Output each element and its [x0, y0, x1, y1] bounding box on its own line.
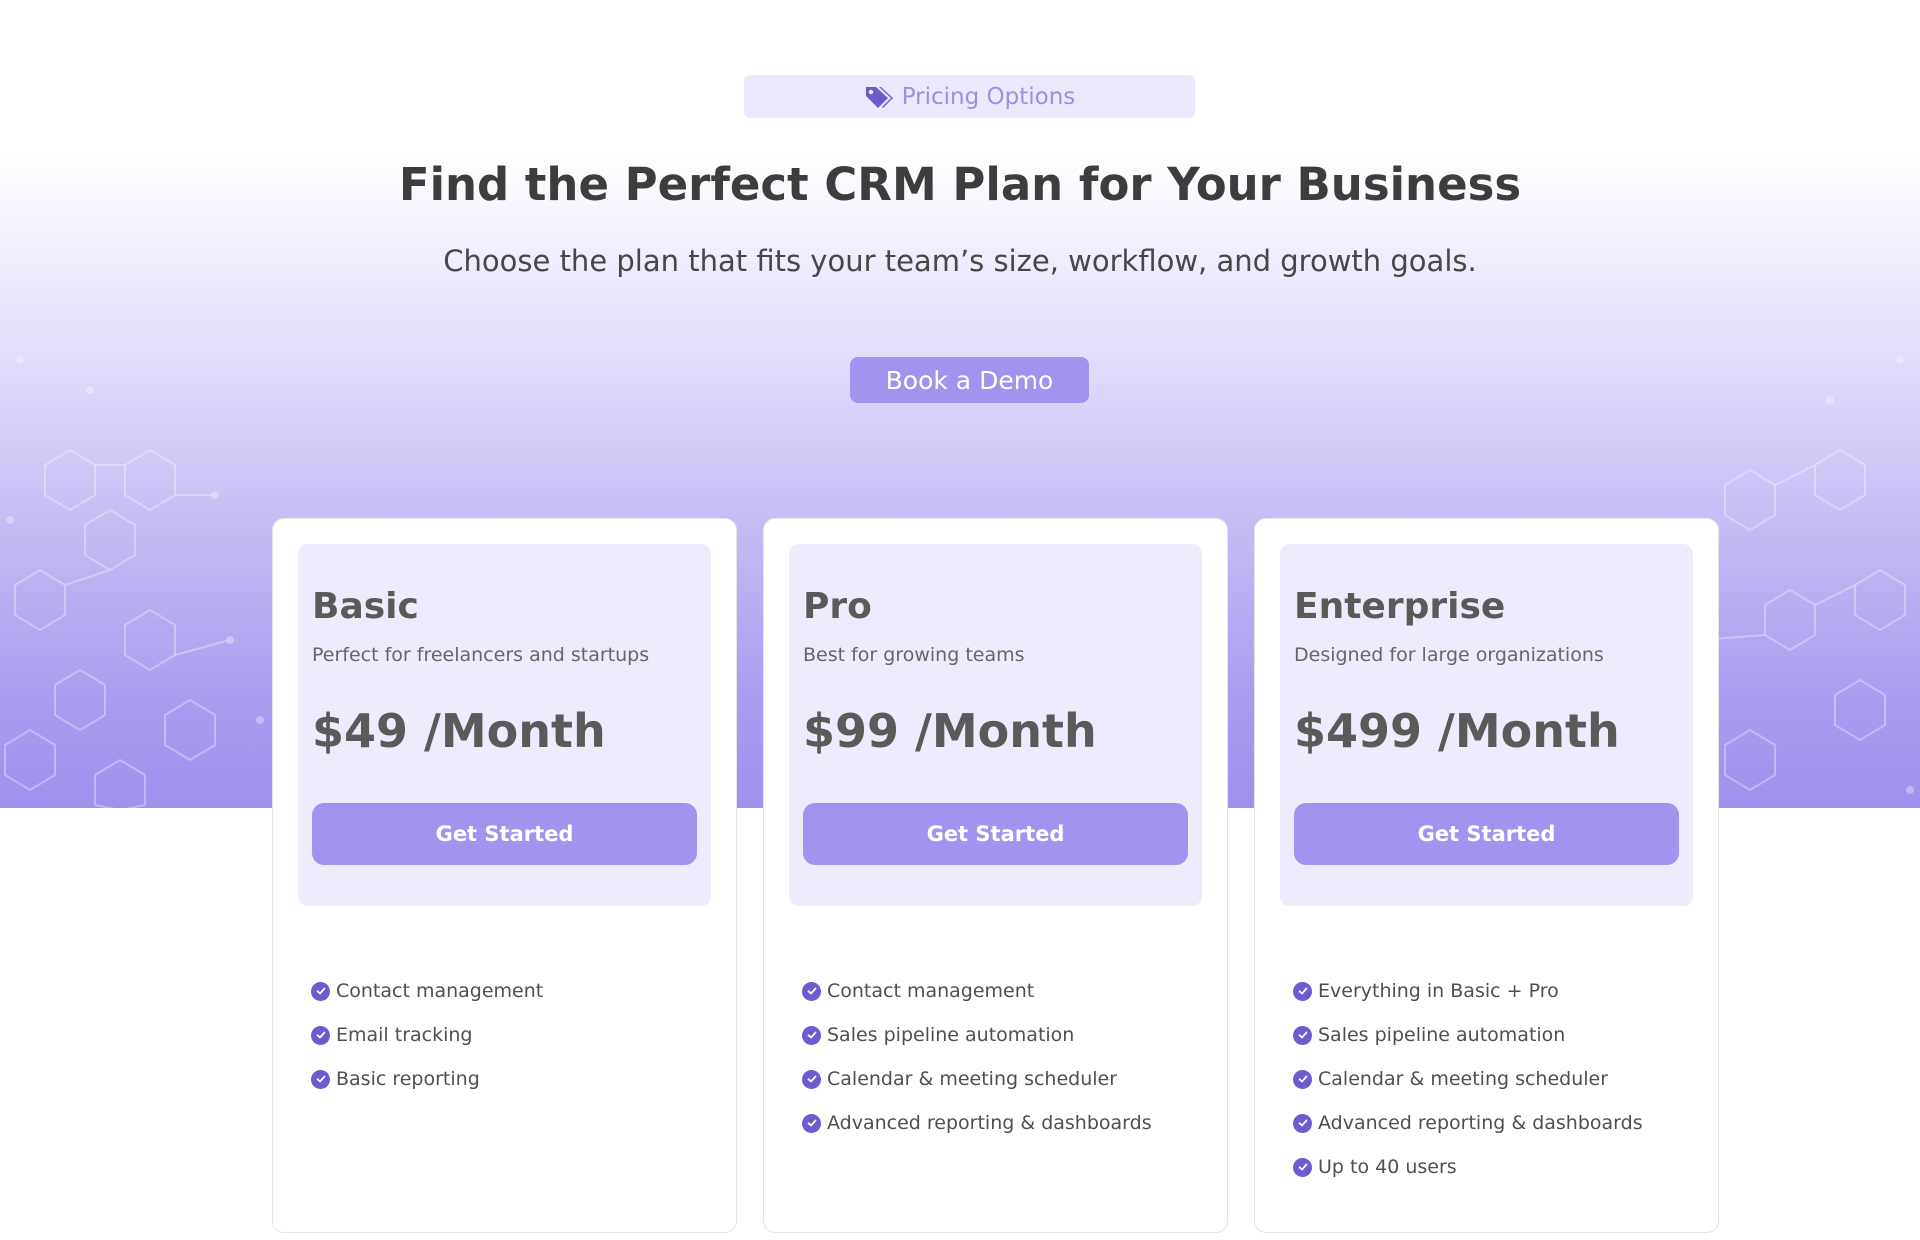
feature-list: Everything in Basic + Pro Sales pipeline … — [1293, 969, 1643, 1189]
pricing-card-basic: Basic Perfect for freelancers and startup… — [272, 518, 737, 1233]
feature-item: Sales pipeline automation — [1293, 1013, 1643, 1057]
feature-item: Sales pipeline automation — [802, 1013, 1152, 1057]
card-header: Basic Perfect for freelancers and startup… — [298, 544, 711, 906]
check-icon — [802, 1025, 821, 1045]
plan-name: Basic — [312, 586, 419, 627]
feature-item: Advanced reporting & dashboards — [802, 1101, 1152, 1145]
feature-item: Advanced reporting & dashboards — [1293, 1101, 1643, 1145]
feature-item: Contact management — [311, 969, 543, 1013]
plan-price: $49 /Month — [312, 704, 606, 758]
pricing-card-enterprise: Enterprise Designed for large organizatio… — [1254, 518, 1719, 1233]
plan-description: Designed for large organizations — [1294, 644, 1604, 666]
plan-description: Best for growing teams — [803, 644, 1025, 666]
plan-name: Pro — [803, 586, 872, 627]
feature-label: Everything in Basic + Pro — [1318, 980, 1559, 1002]
card-header: Pro Best for growing teams $99 /Month Get S… — [789, 544, 1202, 906]
check-icon — [1293, 1157, 1312, 1177]
check-icon — [1293, 1113, 1312, 1133]
feature-list: Contact management Email tracking Basic re… — [311, 969, 543, 1101]
check-icon — [1293, 981, 1312, 1001]
get-started-button[interactable]: Get Started — [312, 803, 697, 865]
feature-label: Contact management — [827, 980, 1035, 1002]
get-started-button[interactable]: Get Started — [803, 803, 1188, 865]
hexagon-pattern-decoration — [4, 356, 264, 810]
feature-label: Calendar & meeting scheduler — [827, 1068, 1118, 1090]
get-started-button[interactable]: Get Started — [1294, 803, 1679, 865]
feature-label: Advanced reporting & dashboards — [827, 1112, 1152, 1134]
tag-icon — [864, 84, 894, 110]
check-icon — [311, 1025, 330, 1045]
feature-item: Calendar & meeting scheduler — [1293, 1057, 1643, 1101]
check-icon — [802, 1113, 821, 1133]
check-icon — [802, 981, 821, 1001]
feature-label: Contact management — [336, 980, 544, 1002]
feature-item: Contact management — [802, 969, 1152, 1013]
plan-description: Perfect for freelancers and startups — [312, 644, 650, 666]
check-icon — [1293, 1069, 1312, 1089]
badge-label: Pricing Options — [901, 83, 1076, 110]
page-subtitle: Choose the plan that fits your team’s si… — [443, 244, 1477, 278]
feature-label: Email tracking — [336, 1024, 473, 1046]
pricing-options-badge: Pricing Options — [744, 75, 1195, 118]
book-demo-button[interactable]: Book a Demo — [850, 357, 1089, 403]
feature-label: Advanced reporting & dashboards — [1318, 1112, 1643, 1134]
plan-price: $499 /Month — [1294, 704, 1620, 758]
check-icon — [802, 1069, 821, 1089]
feature-label: Calendar & meeting scheduler — [1318, 1068, 1609, 1090]
check-icon — [311, 981, 330, 1001]
check-icon — [311, 1069, 330, 1089]
plan-name: Enterprise — [1294, 586, 1506, 627]
feature-item: Basic reporting — [311, 1057, 543, 1101]
feature-label: Sales pipeline automation — [1318, 1024, 1566, 1046]
page-title: Find the Perfect CRM Plan for Your Busin… — [398, 158, 1522, 211]
plan-price: $99 /Month — [803, 704, 1097, 758]
card-header: Enterprise Designed for large organizatio… — [1280, 544, 1693, 906]
feature-item: Everything in Basic + Pro — [1293, 969, 1643, 1013]
feature-item: Email tracking — [311, 1013, 543, 1057]
check-icon — [1293, 1025, 1312, 1045]
feature-item: Calendar & meeting scheduler — [802, 1057, 1152, 1101]
feature-label: Basic reporting — [336, 1068, 480, 1090]
feature-list: Contact management Sales pipeline automat… — [802, 969, 1152, 1145]
pricing-card-pro: Pro Best for growing teams $99 /Month Get S… — [763, 518, 1228, 1233]
feature-label: Up to 40 users — [1318, 1156, 1457, 1178]
feature-label: Sales pipeline automation — [827, 1024, 1075, 1046]
feature-item: Up to 40 users — [1293, 1145, 1643, 1189]
